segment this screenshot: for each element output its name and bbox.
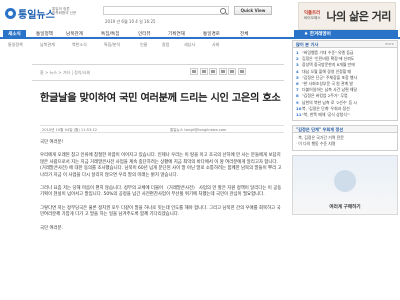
nav-item-relations[interactable]: 남북관계 — [66, 30, 83, 39]
nav-item-special[interactable]: 특집/특집 — [101, 30, 119, 39]
sidebar-ad-caption: 여러게 구매하기 — [329, 204, 361, 210]
article-date: 2010년 10월 04일 (월) 11:53:12 — [42, 128, 98, 132]
scrap-icon[interactable] — [237, 68, 246, 75]
ad-brand-block: 익플트러 바이오에스 — [304, 11, 321, 21]
popular-list: 1 "버밍햄증 기대 수준" 유엔 등급 2 김정은 '인민비용 확정'에 신뢰도 … — [292, 48, 398, 122]
article-tools — [190, 68, 246, 75]
subnav-item[interactable]: 칼럼 — [162, 41, 169, 49]
logo-mark-icon — [5, 7, 16, 19]
quick-view-button[interactable]: Quick View — [234, 6, 272, 15]
sidebar-ad[interactable]: 여러게 구매하기 — [292, 154, 398, 215]
nav-item-all[interactable]: 전체 — [240, 30, 248, 39]
article-meta: 2010년 10월 04일 (월) 11:53:12 통일뉴스 tongil@t… — [40, 125, 284, 133]
divider — [32, 80, 284, 81]
search-input[interactable] — [104, 7, 204, 14]
popular-box-title: 많이 본 기사 more — [292, 40, 398, 48]
hot-box-title: "김정은 단계" 우회게 정선 — [292, 125, 398, 134]
subnav-item[interactable]: 사회 — [212, 41, 219, 49]
ad-calligraphy: 나의 삶은 거리 — [326, 10, 392, 23]
sidebar: 많이 본 기사 more 1 "버밍햄증 기대 수준" 유엔 등급 2 김정은 '인… — [292, 40, 398, 215]
nav-hani-english[interactable]: ♠ 한겨레영어 — [294, 30, 398, 39]
article-paragraph: 국민 여러분. — [40, 225, 63, 231]
sub-nav: 통일정책 남북관계 북한소식 특집/분석 인물 칼럼 세상사 사회 — [0, 41, 292, 49]
hot-item[interactable]: ·이 다의 행동 수준 지명 — [296, 141, 394, 147]
hot-list: ·북, 김정은 국가간 거역 전문 ·이 다의 행동 수준 지명 — [292, 133, 398, 151]
logo-text: 통일뉴스 — [18, 9, 55, 21]
font-down-icon[interactable] — [218, 68, 227, 75]
ad-subtext: 바이오에스 — [304, 16, 321, 20]
main-nav: 새소식 통일정책 남북관계 특집/특집 인터뷰 기획연재 통일경로 전체 + ♠… — [0, 30, 400, 39]
date-line: 2019 년 6월 10 4 일 16:25 — [105, 19, 156, 24]
subnav-item[interactable]: 세상사 — [184, 41, 195, 49]
nav-item-interview[interactable]: 인터뷰 — [138, 30, 151, 39]
subnav-item[interactable]: 인물 — [140, 41, 147, 49]
site-logo[interactable]: 통일뉴스 — [5, 5, 55, 21]
article-headline: 한글날을 맞이하여 국민 여러분께 드리는 시인 고은의 호소 — [40, 93, 281, 104]
more-link[interactable]: more — [385, 41, 394, 48]
nav-item-route[interactable]: 통일경로 — [203, 30, 220, 39]
subnav-item[interactable]: 통일정책 — [8, 41, 23, 49]
subnav-item[interactable]: 북한소식 — [72, 41, 87, 49]
subnav-item[interactable]: 특집/분석 — [104, 41, 120, 49]
divider — [32, 64, 284, 65]
search-box — [103, 6, 229, 15]
article-paragraph: 그러나 요즘 저는 당해 마음이 편치 않습니다. 정부의 교체에 더불어 〈거… — [40, 186, 282, 198]
nav-item-news[interactable]: 새소식 — [3, 30, 26, 39]
logo-subtitle: 통일의 정론 민족화합의 신문 — [52, 7, 77, 16]
search-icon[interactable] — [220, 8, 226, 14]
header-ad-banner[interactable]: 익플트러 바이오에스 나의 삶은 거리 — [298, 2, 396, 30]
email-icon[interactable] — [199, 68, 208, 75]
breadcrumb[interactable]: 홈 > 뉴스 > 기타 | 정치/사회 — [40, 70, 90, 76]
nav-item-series[interactable]: 기획연재 — [168, 30, 185, 39]
share-icon[interactable] — [228, 68, 236, 75]
ad-image-icon — [334, 169, 356, 192]
nav-item-policy[interactable]: 통일정책 — [36, 30, 53, 39]
popular-item[interactable]: 11"북, 한쪽 매체 '공식 상청식'" — [296, 112, 394, 118]
article-paragraph: 그렇다면 저는 정부당국은 물론 정치권 모두 다같이 말을 하나로 잇는데 인… — [40, 205, 281, 218]
subnav-item[interactable]: 남북관계 — [40, 41, 55, 49]
article-paragraph: 국민 여러분! — [40, 140, 64, 145]
article-paragraph: 우리에게 오래된 참고 인류에 참절한 아픔이 이어지고 있습니다. 인제나 우… — [40, 153, 282, 178]
article-author[interactable]: 통일뉴스 tongil@tongilnews.com — [170, 128, 226, 133]
article-body: 국민 여러분! 우리에게 오래된 참고 인류에 참절한 아픔이 이어지고 있습니… — [40, 140, 284, 239]
print-icon[interactable] — [190, 68, 198, 75]
font-up-icon[interactable] — [209, 68, 217, 75]
